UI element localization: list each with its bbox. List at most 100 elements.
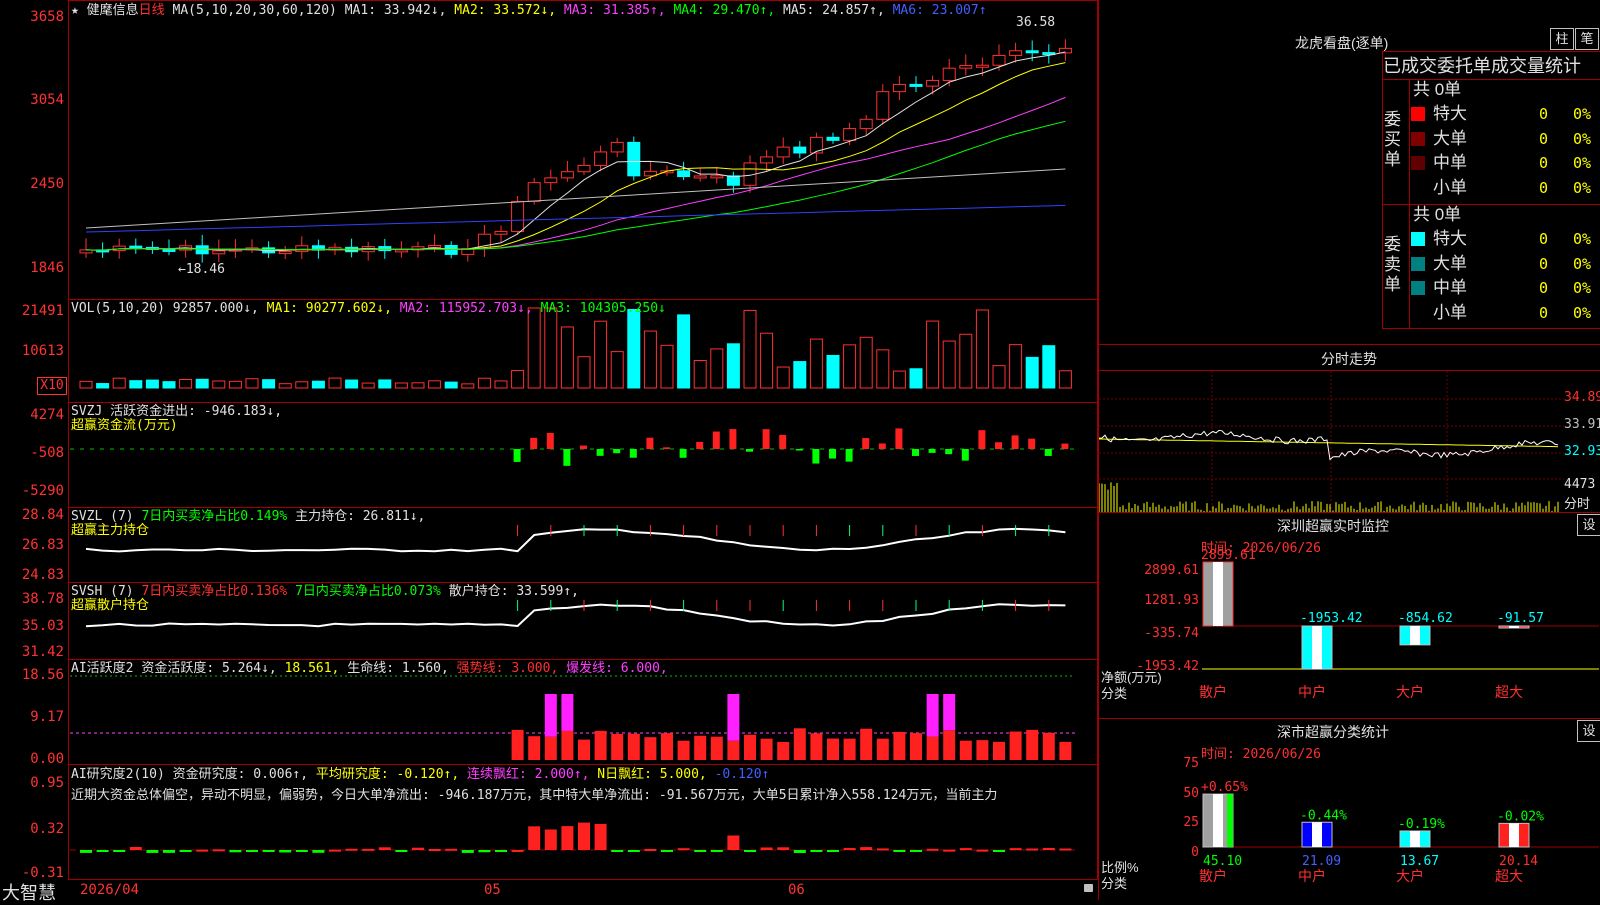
ai-active-bar <box>760 738 773 760</box>
candle <box>129 245 143 249</box>
volume-bar <box>643 330 657 389</box>
candle <box>793 146 807 154</box>
order-count: 0 <box>1539 279 1549 297</box>
svzj-bar <box>679 449 687 458</box>
volume-bar <box>926 320 940 389</box>
candle <box>627 141 641 177</box>
svsh-axis-label: 38.78 <box>21 591 64 607</box>
svsh-ratio2: 7日内买卖净占比0.073% <box>295 584 441 599</box>
order-percent: 0% <box>1573 129 1592 148</box>
stats-bar-shine <box>1410 830 1420 847</box>
volume-bar <box>560 326 574 389</box>
ai-research-bar <box>910 850 922 852</box>
color-swatch <box>1411 156 1425 170</box>
ai-active-bar-high <box>943 694 956 731</box>
candle <box>444 245 458 255</box>
sell-total: 共 0单 <box>1413 205 1462 224</box>
ai-research-bar <box>196 849 209 852</box>
volume-bar <box>710 348 724 389</box>
candle <box>560 171 574 179</box>
svzl-title: SVZL (7) <box>71 509 134 524</box>
ai-research-bar <box>329 849 341 852</box>
ai-active-bar <box>627 733 640 760</box>
ai-research-bar <box>661 850 673 852</box>
vol-value: 92857.000↓, <box>172 301 259 316</box>
stats-bar-edge <box>1227 794 1233 847</box>
ai-research-bar <box>395 850 408 852</box>
category-name: 小单 <box>1433 177 1467 197</box>
tick-mode-button[interactable]: 笔 <box>1575 28 1599 50</box>
volume-bar <box>909 368 923 389</box>
ai-active-bar <box>544 736 557 760</box>
volume-bar <box>1009 344 1023 389</box>
volume-bar <box>627 308 641 389</box>
volume-bar <box>876 349 890 389</box>
lock-icon[interactable] <box>1084 884 1093 892</box>
order-count: 0 <box>1539 105 1549 123</box>
svzj-bar <box>629 449 637 458</box>
candle <box>511 200 525 232</box>
color-swatch <box>1411 232 1425 246</box>
svsh-polyline <box>85 603 1066 628</box>
ai-research-bar <box>295 850 308 852</box>
stats-change: -0.02% <box>1497 809 1544 824</box>
sell-row: 大单 0 0% <box>1411 252 1600 276</box>
monitor-category: 大户 <box>1396 684 1424 701</box>
buy-row: 中单 0 0% <box>1411 151 1600 175</box>
bar-mode-button[interactable]: 柱 <box>1550 28 1574 50</box>
ai-research-bar <box>893 850 906 852</box>
color-swatch <box>1411 281 1425 295</box>
intraday-title: 分时走势 <box>1321 351 1377 367</box>
candle <box>278 251 292 255</box>
date-label: 2026/04 <box>80 882 140 898</box>
candle <box>710 175 724 179</box>
ai-active-header: AI活跃度2 资金活跃度: 5.264↓, 18.561, 生命线: 1.560… <box>71 661 668 676</box>
volume-bar <box>843 344 857 389</box>
kline-chart-area[interactable]: 3658 3054 2450 1846 ★ 健麾信息日线 MA(5,10,20,… <box>0 0 1098 903</box>
candle <box>295 245 309 253</box>
candle <box>975 64 989 68</box>
ai-active-bar <box>611 733 624 760</box>
candle <box>826 136 840 141</box>
ai-research-bar <box>926 848 939 851</box>
vol-axis-label: 10613 <box>21 343 64 359</box>
svzj-bar <box>878 443 886 449</box>
ai1-activity: 资金活跃度: 5.264↓, <box>141 661 277 676</box>
ai2-comment: 近期大资金总体偏空，异动不明显，偏弱势，今日大单净流出: -946.187万元，… <box>71 788 998 803</box>
monitor-value: -91.57 <box>1497 611 1544 626</box>
vol-unit-badge[interactable]: X10 <box>37 377 67 395</box>
candle <box>876 91 890 120</box>
ai-research-bar <box>528 826 541 850</box>
svzj-bar <box>596 449 604 456</box>
intraday-axis-label: 34.89 <box>1564 390 1600 405</box>
buy-row: 大单 0 0% <box>1411 127 1600 151</box>
svzj-bar <box>663 447 670 449</box>
intraday-panel[interactable]: 分时走势 34.89 33.91 32.93 4473 分时 <box>1099 344 1600 513</box>
vol-ma3: MA3: 104305.250↓ <box>540 301 666 316</box>
monitor-category: 散户 <box>1199 684 1227 701</box>
ai-active-bar <box>528 736 541 760</box>
volume-bar <box>942 340 956 389</box>
ai1-axis-label: 18.56 <box>21 667 64 683</box>
svzj-bar <box>1028 438 1036 449</box>
candle <box>693 175 707 179</box>
ai-active-bar <box>843 738 856 760</box>
volume-bar <box>444 381 458 389</box>
ai-research-bar <box>262 850 275 852</box>
ai-research-bar <box>229 850 242 853</box>
ai-active-bar <box>511 729 524 760</box>
sell-orders-section: 委卖单 共 0单 特大 0 0% 大单 0 0% 中单 0 0% 小单 0 0% <box>1382 204 1600 329</box>
sell-orders-label: 委卖单 <box>1384 235 1401 294</box>
ai-research-bar <box>943 849 956 852</box>
monitor-bar-shine <box>1213 562 1223 626</box>
volume-bar <box>195 378 209 389</box>
ai-research-bar <box>461 850 474 853</box>
svsh-header: SVSH (7) 7日内买卖净占比0.136% 7日内买卖净占比0.073% 散… <box>71 584 579 599</box>
volume-bar <box>212 380 226 389</box>
ai-active-bar <box>959 740 972 760</box>
ai-research-bar <box>810 850 823 852</box>
volume-bar <box>577 356 591 389</box>
volume-bar <box>677 314 691 389</box>
ma-line <box>85 96 1066 251</box>
price-line <box>1099 429 1559 461</box>
